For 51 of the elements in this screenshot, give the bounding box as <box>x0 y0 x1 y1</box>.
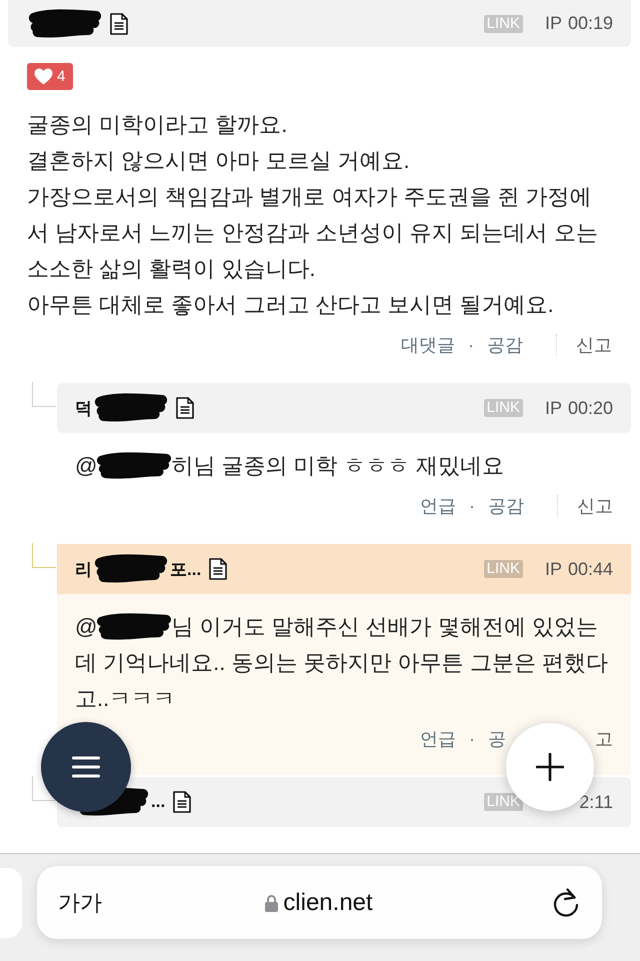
thread-connector-line <box>32 543 56 568</box>
comment-action-link[interactable]: 공 <box>488 727 506 751</box>
comment-action-link[interactable]: 공감 <box>487 333 523 357</box>
text-size-button[interactable]: 가가 <box>58 888 102 918</box>
menu-icon <box>72 755 100 779</box>
like-button[interactable]: 4 <box>27 63 74 90</box>
scribble-icon <box>28 8 102 38</box>
comment-action-link[interactable]: 고 <box>595 727 613 751</box>
comment-text: @ <box>75 452 98 480</box>
ip-label: IP <box>544 13 562 34</box>
ip-label: IP <box>544 558 562 580</box>
nickname-text[interactable]: 리 <box>75 558 92 580</box>
separator-dot: · <box>468 334 474 356</box>
comment-text: 히님 굴종의 미학 ㅎㅎㅎ 재밌네요 <box>171 452 504 480</box>
scribble-icon <box>94 393 168 423</box>
scribble-icon <box>96 452 172 480</box>
comment-action-link[interactable]: 공감 <box>488 494 524 518</box>
separator-dot: · <box>469 496 475 516</box>
thread-connector-line <box>32 382 56 407</box>
comment-time: 00:44 <box>568 558 613 580</box>
nickname-text[interactable]: 포... <box>170 558 202 580</box>
comment-action-link[interactable]: 신고 <box>577 494 613 518</box>
comment-action-link[interactable]: 대댓글 <box>401 333 455 357</box>
comment-action-link[interactable]: 신고 <box>576 333 612 357</box>
document-icon[interactable] <box>209 558 228 580</box>
document-icon[interactable] <box>176 397 194 419</box>
comment-text: 굴종의 미학이라고 할까요. <box>27 111 288 139</box>
document-icon[interactable] <box>110 12 128 34</box>
address-bar[interactable]: 가가 clien.net <box>37 866 602 939</box>
comment-text: 가장으로서의 책임감과 별개로 여자가 주도권을 쥔 가정에서 남자로서 느끼는 안정감과 소년성이 유지 되는데서 오는 소소한 삶의 활력이 있습니다. <box>27 183 599 283</box>
separator-dot: · <box>469 728 475 750</box>
comment-text: 데 기억나네요.. 동의는 못하지만 아무튼 그분은 편했다고..ㅋㅋㅋ <box>75 649 609 713</box>
comment-action-link[interactable]: 언급 <box>420 494 456 518</box>
comment-action-link[interactable]: 언급 <box>420 727 456 751</box>
address-text: clien.net <box>283 888 373 916</box>
nickname-text[interactable]: ... <box>151 792 166 812</box>
heart-icon <box>34 68 53 85</box>
scribble-icon <box>94 554 168 584</box>
comment-time: 00:19 <box>568 13 613 34</box>
plus-icon <box>536 753 564 781</box>
ip-label: IP <box>544 398 562 418</box>
scribble-icon <box>96 613 172 641</box>
reload-icon[interactable] <box>552 888 580 918</box>
comment-text: @ <box>75 613 98 641</box>
nickname-text[interactable]: 덕 <box>75 396 92 420</box>
comment-time: 2:11 <box>579 792 613 812</box>
comment-text: 아무튼 대체로 좋아서 그러고 산다고 보시면 될거예요. <box>27 291 555 319</box>
comment-text: 결혼하지 않으시면 아마 모르실 거예요. <box>27 147 411 175</box>
document-icon[interactable] <box>173 791 192 813</box>
comment-time: 00:20 <box>568 398 613 418</box>
comment-text: 님 이거도 말해주신 선배가 몇해전에 있었는 <box>171 613 598 641</box>
